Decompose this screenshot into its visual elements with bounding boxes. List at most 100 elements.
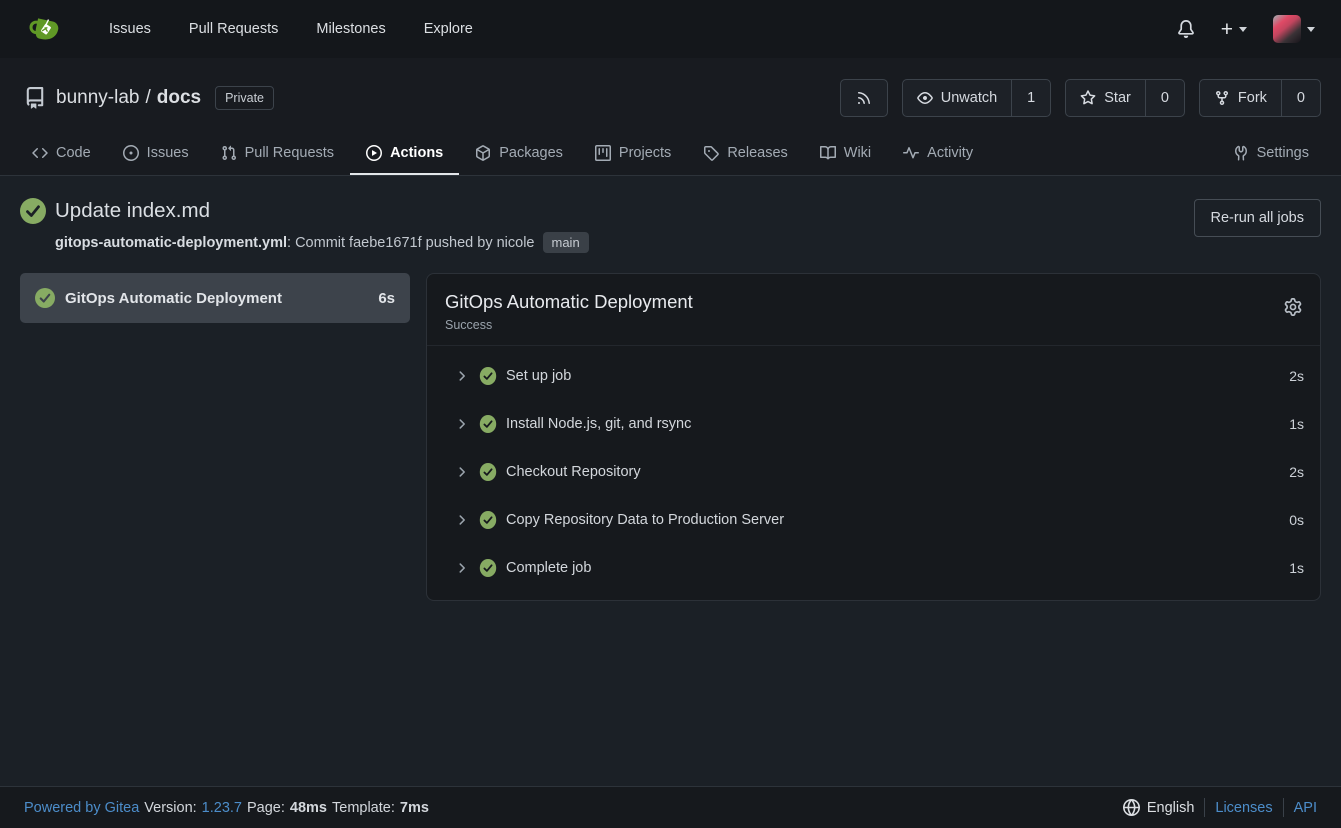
repo-header: bunny-lab / docs Private Unwatch 1 — [0, 58, 1341, 176]
user-menu[interactable] — [1273, 15, 1315, 43]
tab-releases-label: Releases — [727, 145, 787, 161]
step-row-copy[interactable]: Copy Repository Data to Production Serve… — [427, 496, 1320, 544]
top-navbar: Issues Pull Requests Milestones Explore … — [0, 0, 1341, 58]
footer-divider — [1204, 798, 1205, 817]
check-circle-icon — [479, 463, 497, 481]
nav-link-pull-requests[interactable]: Pull Requests — [170, 21, 297, 37]
chevron-right-icon — [455, 513, 469, 527]
watch-label: Unwatch — [941, 90, 997, 106]
job-list: GitOps Automatic Deployment 6s — [20, 273, 410, 323]
check-circle-icon — [479, 415, 497, 433]
run-body: GitOps Automatic Deployment 6s GitOps Au… — [0, 273, 1341, 786]
gear-icon[interactable] — [1284, 298, 1302, 316]
branch-badge[interactable]: main — [543, 232, 589, 253]
job-name: GitOps Automatic Deployment — [65, 290, 282, 307]
gitea-actions-page: Issues Pull Requests Milestones Explore … — [0, 0, 1341, 828]
tab-pull-requests[interactable]: Pull Requests — [205, 131, 350, 175]
tab-pull-requests-label: Pull Requests — [245, 145, 334, 161]
tab-projects-label: Projects — [619, 145, 671, 161]
licenses-link[interactable]: Licenses — [1215, 800, 1272, 816]
chevron-right-icon — [455, 369, 469, 383]
page-time-value: 48ms — [290, 800, 327, 816]
rss-button[interactable] — [840, 79, 888, 117]
chevron-down-icon — [1307, 27, 1315, 32]
run-title-block: Update index.md gitops-automatic-deploym… — [20, 198, 589, 253]
step-duration: 0s — [1289, 512, 1304, 528]
tab-issues-label: Issues — [147, 145, 189, 161]
rss-icon — [841, 80, 887, 116]
watch-count[interactable]: 1 — [1011, 80, 1050, 116]
nav-link-issues[interactable]: Issues — [90, 21, 170, 37]
job-panel-header: GitOps Automatic Deployment Success — [427, 274, 1320, 346]
watch-button[interactable]: Unwatch 1 — [902, 79, 1052, 117]
step-duration: 1s — [1289, 416, 1304, 432]
git-fork-icon — [1214, 90, 1230, 106]
step-row-checkout[interactable]: Checkout Repository 2s — [427, 448, 1320, 496]
tab-settings[interactable]: Settings — [1217, 131, 1325, 175]
gitea-logo-icon[interactable] — [26, 10, 64, 48]
tab-packages-label: Packages — [499, 145, 563, 161]
version-label: Version: — [144, 800, 196, 816]
repo-tabs: Code Issues Pull Requests Actions Packag… — [0, 131, 1341, 175]
issue-opened-icon — [123, 145, 139, 161]
rerun-all-jobs-button[interactable]: Re-run all jobs — [1194, 199, 1322, 237]
page-time-label: Page: — [247, 800, 285, 816]
create-new-dropdown[interactable]: + — [1221, 19, 1247, 40]
tab-actions[interactable]: Actions — [350, 131, 459, 175]
check-circle-icon — [479, 511, 497, 529]
git-pull-request-icon — [221, 145, 237, 161]
tag-icon — [703, 145, 719, 161]
tab-packages[interactable]: Packages — [459, 131, 579, 175]
fork-button[interactable]: Fork 0 — [1199, 79, 1321, 117]
nav-link-milestones[interactable]: Milestones — [297, 21, 404, 37]
repo-name-link[interactable]: docs — [157, 87, 201, 108]
version-link[interactable]: 1.23.7 — [202, 800, 242, 816]
step-name: Set up job — [506, 368, 571, 384]
run-title: Update index.md — [55, 199, 210, 223]
language-selector[interactable]: English — [1123, 799, 1195, 816]
tab-releases[interactable]: Releases — [687, 131, 803, 175]
star-count[interactable]: 0 — [1145, 80, 1184, 116]
job-success-check-icon — [35, 288, 55, 308]
tab-wiki[interactable]: Wiki — [804, 131, 887, 175]
step-duration: 1s — [1289, 560, 1304, 576]
powered-by-gitea-link[interactable]: Powered by Gitea — [24, 800, 139, 816]
repo-name-separator: / — [145, 87, 150, 108]
workflow-file-link[interactable]: gitops-automatic-deployment.yml — [55, 235, 287, 251]
template-time-value: 7ms — [400, 800, 429, 816]
tab-issues[interactable]: Issues — [107, 131, 205, 175]
step-duration: 2s — [1289, 464, 1304, 480]
api-link[interactable]: API — [1294, 800, 1317, 816]
page-footer: Powered by Gitea Version: 1.23.7 Page: 4… — [0, 786, 1341, 828]
footer-left: Powered by Gitea Version: 1.23.7 Page: 4… — [24, 800, 429, 816]
tab-activity[interactable]: Activity — [887, 131, 989, 175]
repo-owner-link[interactable]: bunny-lab — [56, 87, 139, 108]
job-detail-panel: GitOps Automatic Deployment Success Set … — [426, 273, 1321, 601]
tab-code[interactable]: Code — [16, 131, 107, 175]
tab-wiki-label: Wiki — [844, 145, 871, 161]
step-row-complete[interactable]: Complete job 1s — [427, 544, 1320, 592]
tab-code-label: Code — [56, 145, 91, 161]
package-icon — [475, 145, 491, 161]
repo-book-icon — [24, 87, 46, 109]
code-icon — [32, 145, 48, 161]
nav-link-explore[interactable]: Explore — [405, 21, 492, 37]
tab-projects[interactable]: Projects — [579, 131, 687, 175]
plus-icon: + — [1221, 19, 1233, 40]
user-avatar — [1273, 15, 1301, 43]
run-success-check-icon — [20, 198, 46, 224]
job-list-item[interactable]: GitOps Automatic Deployment 6s — [20, 273, 410, 323]
step-name: Install Node.js, git, and rsync — [506, 416, 691, 432]
step-row-install[interactable]: Install Node.js, git, and rsync 1s — [427, 400, 1320, 448]
fork-count[interactable]: 0 — [1281, 80, 1320, 116]
step-row-setup[interactable]: Set up job 2s — [427, 352, 1320, 400]
chevron-right-icon — [455, 417, 469, 431]
chevron-right-icon — [455, 561, 469, 575]
footer-right: English Licenses API — [1123, 798, 1317, 817]
repo-title-row: bunny-lab / docs Private Unwatch 1 — [0, 58, 1341, 131]
step-duration: 2s — [1289, 368, 1304, 384]
fork-label: Fork — [1238, 90, 1267, 106]
private-badge: Private — [215, 86, 274, 110]
notifications-bell-icon[interactable] — [1177, 20, 1195, 38]
star-button[interactable]: Star 0 — [1065, 79, 1185, 117]
